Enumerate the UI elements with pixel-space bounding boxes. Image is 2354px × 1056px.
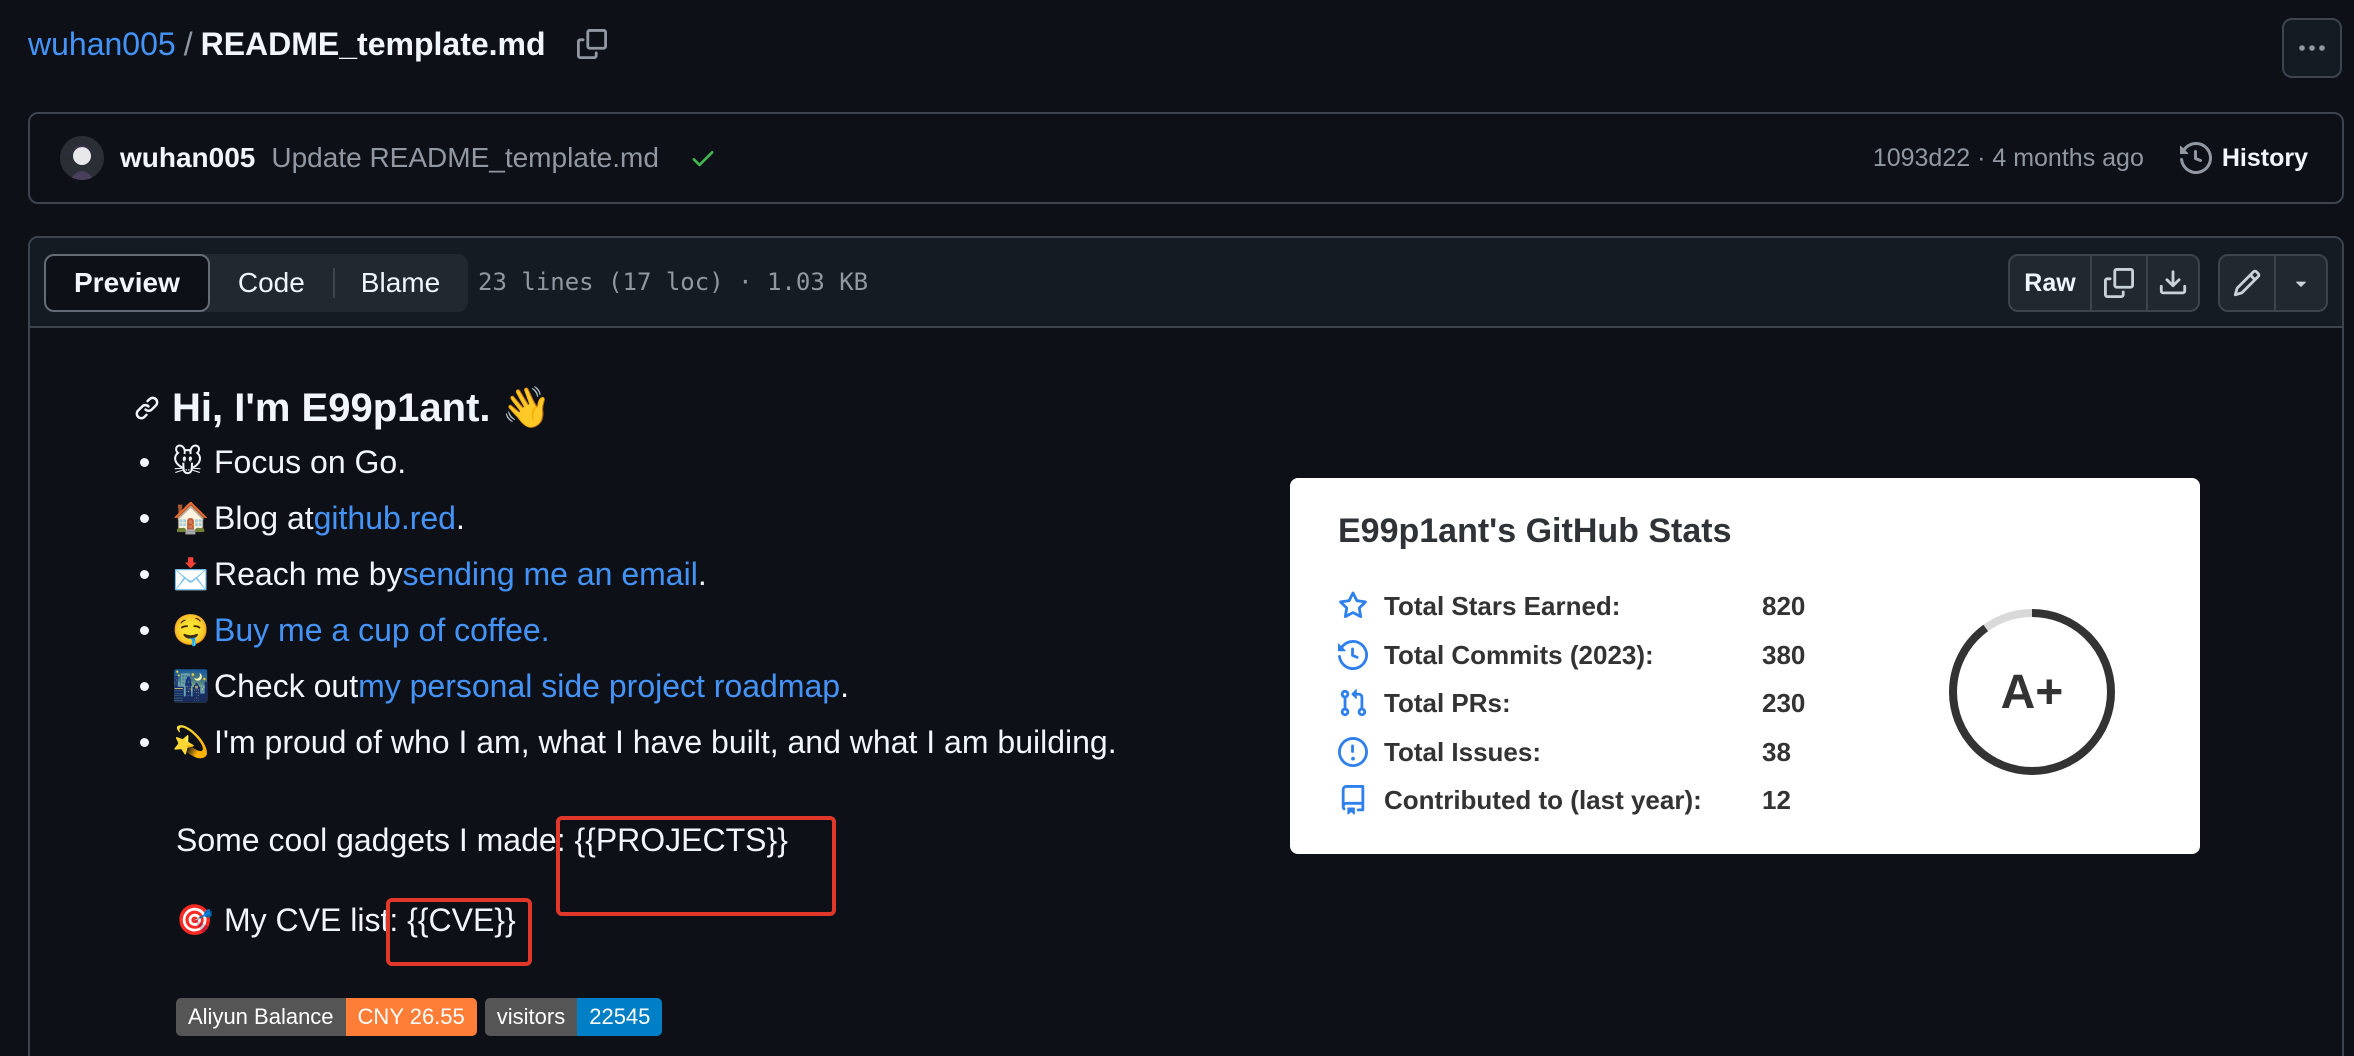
file-viewer: Preview Code Blame 23 lines (17 loc) · 1… <box>28 236 2344 1056</box>
copy-raw-button[interactable] <box>2090 256 2146 310</box>
more-options-button[interactable] <box>2282 18 2342 78</box>
commit-message[interactable]: Update README_template.md <box>271 142 659 174</box>
readme-heading: Hi, I'm E99p1ant. 👋 <box>134 384 551 431</box>
commit-author[interactable]: wuhan005 <box>120 142 255 174</box>
list-item: 🏠 Blog at github.red. <box>140 490 1117 546</box>
roadmap-link[interactable]: my personal side project roadmap <box>358 668 840 705</box>
repo-owner-link[interactable]: wuhan005 <box>28 26 176 63</box>
triangle-down-icon <box>2295 281 2307 287</box>
commits-value: 380 <box>1762 639 1806 670</box>
grade-label: A+ <box>2000 665 2064 719</box>
check-icon[interactable] <box>689 144 717 172</box>
stats-row: Contributed to (last year): 12 <box>1336 780 1791 820</box>
target-icon: 🎯 <box>176 903 214 938</box>
list-item: 📩 Reach me by sending me an email. <box>140 546 1117 602</box>
stars-value: 820 <box>1762 590 1806 621</box>
issues-value: 38 <box>1762 736 1791 767</box>
edit-dropdown-button[interactable] <box>2274 256 2326 310</box>
readme-content: Hi, I'm E99p1ant. 👋 🐭 Focus on Go. 🏠 Blo… <box>30 328 2342 1056</box>
envelope-icon: 📩 <box>172 556 210 592</box>
list-item: 🌃 Check out my personal side project roa… <box>140 658 1117 714</box>
github-stats-card[interactable]: E99p1ant's GitHub Stats Total Stars Earn… <box>1290 478 2200 854</box>
history-button[interactable]: History <box>2179 142 2308 174</box>
stats-row: Total PRs: 230 <box>1336 683 1805 723</box>
stats-title: E99p1ant's GitHub Stats <box>1338 512 1732 550</box>
contributed-value: 12 <box>1762 784 1791 815</box>
list-item: 💫 I'm proud of who I am, what I have bui… <box>140 714 1117 770</box>
stats-row: Total Issues: 38 <box>1336 732 1791 772</box>
drooling-face-icon: 🤤 <box>172 612 210 648</box>
tab-blame[interactable]: Blame <box>332 254 468 312</box>
issue-icon <box>1336 735 1370 769</box>
stats-row: Total Commits (2023): 380 <box>1336 635 1805 675</box>
pencil-icon <box>2233 269 2261 297</box>
history-icon <box>2179 142 2212 174</box>
kebab-horizontal-icon <box>2299 45 2325 51</box>
copy-path-icon[interactable] <box>572 24 612 64</box>
raw-button[interactable]: Raw <box>2010 256 2090 310</box>
house-icon: 🏠 <box>172 500 210 536</box>
view-mode-tabs: Preview Code Blame <box>44 254 469 312</box>
raw-button-group: Raw <box>2008 254 2200 312</box>
file-header: Preview Code Blame 23 lines (17 loc) · 1… <box>30 238 2342 328</box>
breadcrumb-separator: / <box>183 25 193 62</box>
email-link[interactable]: sending me an email <box>403 556 698 593</box>
file-name: README_template.md <box>200 25 546 62</box>
cve-highlight-box <box>386 898 532 966</box>
stats-row: Total Stars Earned: 820 <box>1336 586 1805 626</box>
visitors-badge[interactable]: visitors 22545 <box>484 998 663 1036</box>
history-label: History <box>2221 143 2308 172</box>
blog-link[interactable]: github.red <box>314 500 456 537</box>
night-city-icon: 🌃 <box>172 668 210 704</box>
edit-button-group <box>2218 254 2328 312</box>
commit-meta[interactable]: 1093d22 · 4 months ago <box>1873 144 2144 173</box>
star-icon <box>1336 589 1370 623</box>
dizzy-icon: 💫 <box>172 724 210 760</box>
copy-icon <box>2104 268 2134 298</box>
tab-code[interactable]: Code <box>210 254 333 312</box>
history-icon <box>1336 638 1370 672</box>
coffee-link[interactable]: Buy me a cup of coffee. <box>214 612 550 649</box>
heading-text: Hi, I'm E99p1ant. 👋 <box>172 386 552 430</box>
projects-highlight-box <box>556 816 836 916</box>
aliyun-balance-badge[interactable]: Aliyun Balance CNY 26.55 <box>176 998 477 1036</box>
pull-request-icon <box>1336 686 1370 720</box>
anchor-link-icon[interactable] <box>134 395 160 421</box>
download-button[interactable] <box>2146 256 2198 310</box>
mouse-icon: 🐭 <box>172 444 204 480</box>
repo-icon <box>1336 783 1370 817</box>
author-avatar[interactable] <box>60 136 104 180</box>
badges: Aliyun Balance CNY 26.55 visitors 22545 <box>176 998 670 1036</box>
list-item: 🤤 Buy me a cup of coffee. <box>140 602 1117 658</box>
download-icon <box>2159 270 2187 295</box>
about-list: 🐭 Focus on Go. 🏠 Blog at github.red. 📩 R… <box>140 434 1117 770</box>
latest-commit-bar: wuhan005 Update README_template.md 1093d… <box>28 112 2344 204</box>
edit-file-button[interactable] <box>2220 256 2274 310</box>
list-item: 🐭 Focus on Go. <box>140 434 1117 490</box>
breadcrumb: wuhan005 / README_template.md <box>28 22 612 66</box>
prs-value: 230 <box>1762 687 1806 718</box>
tab-preview[interactable]: Preview <box>44 254 210 312</box>
file-info: 23 lines (17 loc) · 1.03 KB <box>478 268 869 296</box>
